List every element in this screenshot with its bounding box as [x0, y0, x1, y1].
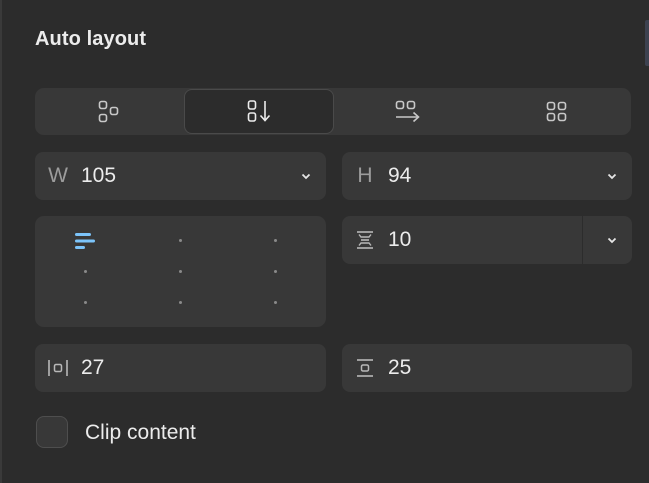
align-top-left-icon[interactable] [73, 232, 97, 252]
gap-value[interactable]: 10 [388, 228, 411, 252]
align-middle-left-dot[interactable] [84, 270, 87, 273]
direction-horizontal-button[interactable] [334, 88, 483, 135]
align-top-right-dot[interactable] [274, 239, 277, 242]
width-dropdown[interactable] [300, 170, 312, 182]
align-bottom-center-dot[interactable] [179, 301, 182, 304]
grid-layout-icon [546, 101, 567, 121]
horizontal-padding-value[interactable]: 27 [81, 356, 104, 380]
vertical-padding-field[interactable]: 25 [342, 344, 632, 392]
gap-prefix [342, 229, 388, 251]
vertical-padding-prefix [342, 357, 388, 379]
align-middle-right-dot[interactable] [274, 270, 277, 273]
height-field[interactable]: H 94 [342, 152, 632, 200]
scroll-indicator[interactable] [645, 20, 649, 66]
width-field[interactable]: W 105 [35, 152, 326, 200]
align-bottom-left-dot[interactable] [84, 301, 87, 304]
align-middle-center-dot[interactable] [179, 270, 182, 273]
height-label: H [357, 164, 373, 187]
chevron-down-icon [607, 237, 617, 244]
horizontal-layout-icon [395, 100, 420, 122]
freeform-layout-icon [98, 100, 119, 122]
horizontal-padding-prefix [35, 357, 81, 379]
section-title: Auto layout [35, 28, 147, 50]
horizontal-padding-field[interactable]: 27 [35, 344, 326, 392]
vertical-padding-icon [357, 359, 373, 377]
alignment-grid[interactable] [35, 216, 326, 327]
height-dropdown[interactable] [606, 170, 618, 182]
chevron-down-icon [607, 173, 617, 180]
direction-wrap-button[interactable] [483, 88, 632, 135]
gap-field[interactable]: 10 [342, 216, 632, 264]
chevron-down-icon [301, 173, 311, 180]
clip-content-checkbox[interactable] [36, 416, 68, 448]
vertical-gap-icon [357, 231, 373, 249]
vertical-layout-icon [247, 99, 270, 122]
clip-content-label[interactable]: Clip content [85, 421, 196, 445]
height-value[interactable]: 94 [388, 164, 411, 188]
direction-segmented-control [35, 88, 631, 135]
direction-vertical-button[interactable] [183, 89, 334, 134]
gap-divider [582, 216, 583, 264]
auto-layout-panel: Auto layout W 105 H 94 10 27 25 Clip con… [0, 0, 649, 483]
vertical-padding-value[interactable]: 25 [388, 356, 411, 380]
direction-none-button[interactable] [35, 88, 184, 135]
align-bottom-right-dot[interactable] [274, 301, 277, 304]
width-label: W [48, 164, 68, 187]
width-value[interactable]: 105 [81, 164, 116, 188]
horizontal-padding-icon [48, 360, 68, 376]
align-top-center-dot[interactable] [179, 239, 182, 242]
gap-dropdown[interactable] [606, 234, 618, 246]
